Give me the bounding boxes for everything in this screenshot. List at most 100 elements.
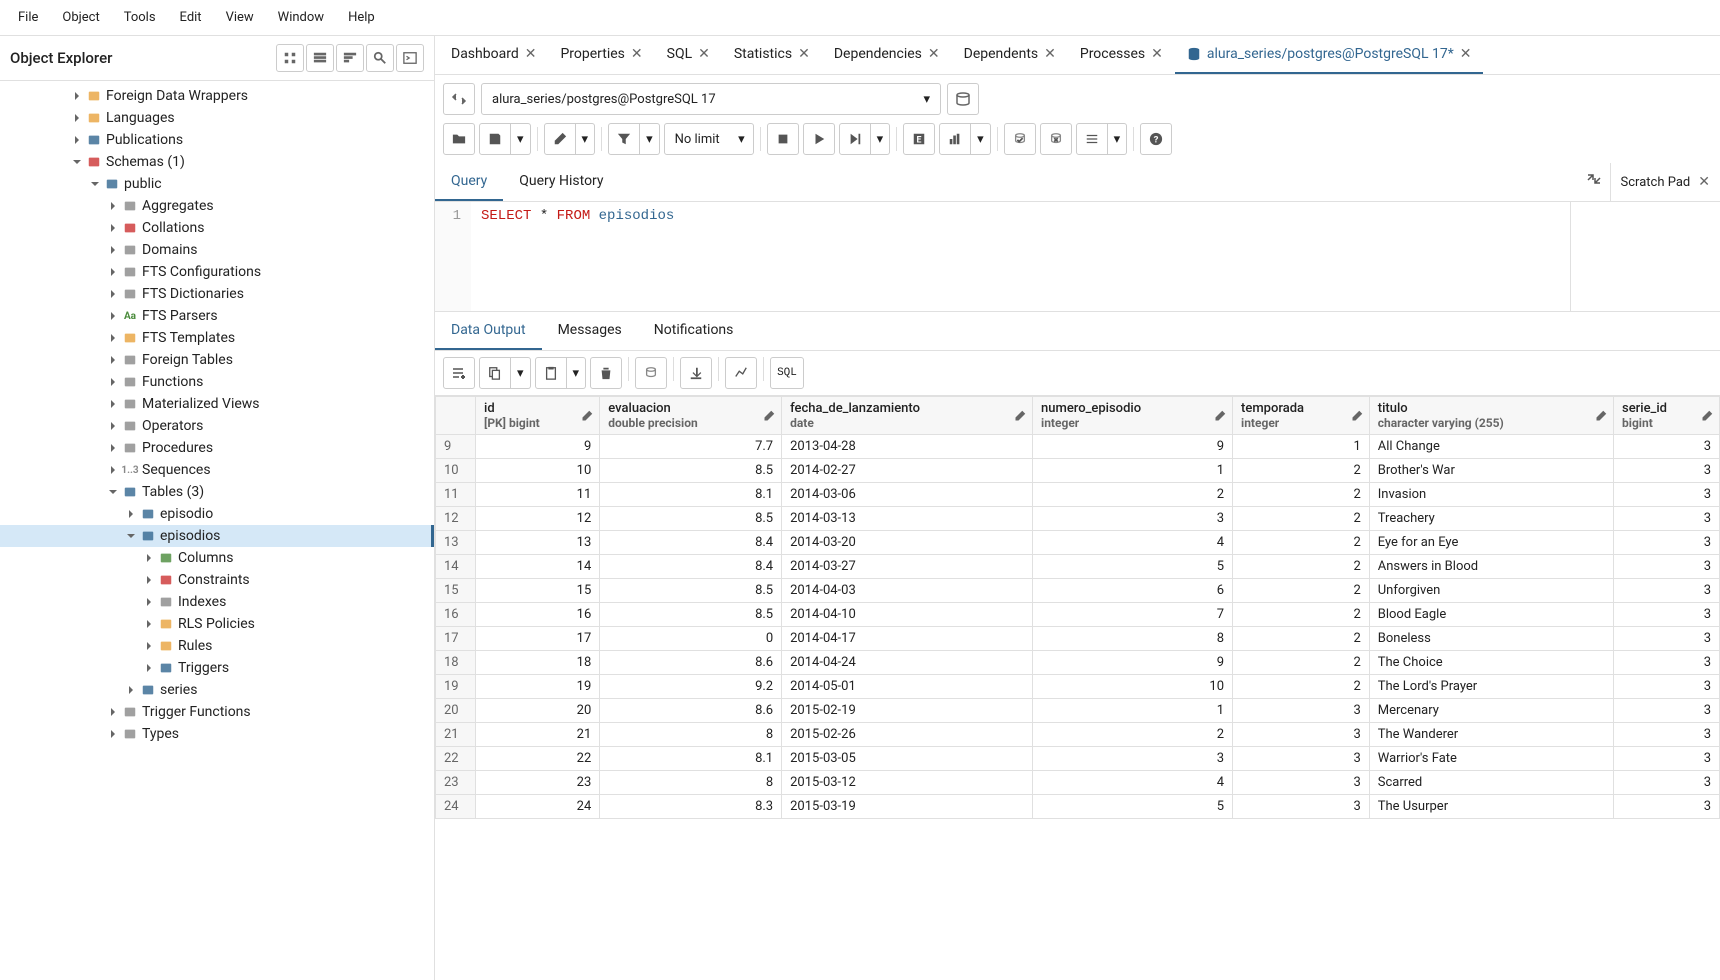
cell[interactable]: 8.6 (600, 699, 782, 723)
cell[interactable]: 18 (476, 651, 600, 675)
download-button[interactable] (680, 357, 712, 389)
copy-button[interactable] (479, 357, 511, 389)
table-row[interactable]: 22228.12015-03-0533Warrior's Fate3 (436, 747, 1720, 771)
column-header-temporada[interactable]: temporadainteger (1233, 397, 1370, 435)
cell[interactable]: 3 (1614, 627, 1720, 651)
cell[interactable]: 3 (1233, 771, 1370, 795)
tree-node-fts-dictionaries[interactable]: FTS Dictionaries (0, 283, 434, 305)
sql-editor[interactable]: 1 SELECT * FROM episodios (435, 202, 1570, 311)
cell[interactable]: 2014-03-13 (782, 507, 1033, 531)
stop-button[interactable] (767, 123, 799, 155)
cell[interactable]: 3 (1614, 747, 1720, 771)
edit-dropdown[interactable]: ▾ (576, 123, 596, 155)
cell[interactable]: The Choice (1369, 651, 1613, 675)
cell[interactable]: 3 (1033, 747, 1233, 771)
cell[interactable]: Eye for an Eye (1369, 531, 1613, 555)
execute-button[interactable] (803, 123, 835, 155)
chevron-right-icon[interactable] (70, 111, 84, 125)
tree-node-languages[interactable]: Languages (0, 107, 434, 129)
cell[interactable]: 3 (1614, 603, 1720, 627)
menu-view[interactable]: View (216, 6, 264, 29)
cell[interactable]: 9 (476, 435, 600, 459)
view-data-button[interactable] (306, 44, 334, 72)
cell[interactable]: 3 (1614, 651, 1720, 675)
row-number[interactable]: 15 (436, 579, 476, 603)
row-number[interactable]: 14 (436, 555, 476, 579)
save-file-dropdown[interactable]: ▾ (511, 123, 531, 155)
chevron-right-icon[interactable] (106, 199, 120, 213)
tree-node-trigger-functions[interactable]: Trigger Functions (0, 701, 434, 723)
cell[interactable]: 5 (1033, 555, 1233, 579)
cell[interactable]: 2 (1233, 603, 1370, 627)
edit-column-icon[interactable] (1701, 410, 1713, 422)
save-file-button[interactable] (479, 123, 511, 155)
cell[interactable]: The Wanderer (1369, 723, 1613, 747)
add-row-button[interactable] (443, 357, 475, 389)
cell[interactable]: 3 (1233, 795, 1370, 819)
cell[interactable]: Invasion (1369, 483, 1613, 507)
cell[interactable]: 2 (1233, 627, 1370, 651)
cell[interactable]: 2 (1233, 675, 1370, 699)
cell[interactable]: 2014-03-27 (782, 555, 1033, 579)
table-row[interactable]: 16168.52014-04-1072Blood Eagle3 (436, 603, 1720, 627)
cell[interactable]: 2015-03-05 (782, 747, 1033, 771)
cell[interactable]: 14 (476, 555, 600, 579)
table-row[interactable]: 14148.42014-03-2752Answers in Blood3 (436, 555, 1720, 579)
cell[interactable]: 0 (600, 627, 782, 651)
cell[interactable]: 2 (1033, 483, 1233, 507)
macros-button[interactable] (1076, 123, 1108, 155)
editor-tab-query-history[interactable]: Query History (503, 163, 619, 201)
chevron-right-icon[interactable] (106, 353, 120, 367)
cell[interactable]: 6 (1033, 579, 1233, 603)
tree-node-procedures[interactable]: Procedures (0, 437, 434, 459)
tree-node-aggregates[interactable]: Aggregates (0, 195, 434, 217)
column-header-serie_id[interactable]: serie_idbigint (1614, 397, 1720, 435)
cell[interactable]: 2 (1233, 555, 1370, 579)
cell[interactable]: 3 (1614, 675, 1720, 699)
filter-rows-button[interactable] (336, 44, 364, 72)
search-button[interactable] (366, 44, 394, 72)
cell[interactable]: 20 (476, 699, 600, 723)
cell[interactable]: 2014-03-06 (782, 483, 1033, 507)
tree-node-public[interactable]: public (0, 173, 434, 195)
tab-statistics[interactable]: Statistics✕ (722, 36, 822, 74)
cell[interactable]: 8 (1033, 627, 1233, 651)
cell[interactable]: 2 (1233, 483, 1370, 507)
cell[interactable]: 3 (1233, 699, 1370, 723)
chevron-right-icon[interactable] (142, 617, 156, 631)
tree-node-types[interactable]: Types (0, 723, 434, 745)
tree-node-fts-parsers[interactable]: AaFTS Parsers (0, 305, 434, 327)
cell[interactable]: 3 (1614, 723, 1720, 747)
save-data-button[interactable] (635, 357, 667, 389)
cell[interactable]: 8.5 (600, 579, 782, 603)
chevron-right-icon[interactable] (70, 89, 84, 103)
chevron-right-icon[interactable] (142, 573, 156, 587)
connection-selector[interactable]: alura_series/postgres@PostgreSQL 17 ▾ (481, 83, 941, 115)
chevron-right-icon[interactable] (124, 507, 138, 521)
chevron-right-icon[interactable] (106, 397, 120, 411)
cell[interactable]: 3 (1233, 747, 1370, 771)
tree-node-publications[interactable]: Publications (0, 129, 434, 151)
cell[interactable]: 2014-05-01 (782, 675, 1033, 699)
row-number[interactable]: 17 (436, 627, 476, 651)
explain-button[interactable]: E (903, 123, 935, 155)
table-row[interactable]: 20208.62015-02-1913Mercenary3 (436, 699, 1720, 723)
tab-processes[interactable]: Processes✕ (1068, 36, 1175, 74)
cell[interactable]: 3 (1614, 579, 1720, 603)
cell[interactable]: 23 (476, 771, 600, 795)
tree-node-domains[interactable]: Domains (0, 239, 434, 261)
connection-status-button[interactable] (443, 83, 475, 115)
chevron-right-icon[interactable] (106, 705, 120, 719)
cell[interactable]: 8 (600, 771, 782, 795)
output-tab-messages[interactable]: Messages (542, 312, 638, 350)
cell[interactable]: 22 (476, 747, 600, 771)
close-tab-button[interactable]: ✕ (631, 46, 643, 62)
chevron-right-icon[interactable] (106, 441, 120, 455)
cell[interactable]: 8.5 (600, 459, 782, 483)
row-number[interactable]: 16 (436, 603, 476, 627)
cell[interactable]: 2015-03-19 (782, 795, 1033, 819)
chevron-right-icon[interactable] (142, 595, 156, 609)
cell[interactable]: 12 (476, 507, 600, 531)
cell[interactable]: Answers in Blood (1369, 555, 1613, 579)
chevron-right-icon[interactable] (106, 287, 120, 301)
